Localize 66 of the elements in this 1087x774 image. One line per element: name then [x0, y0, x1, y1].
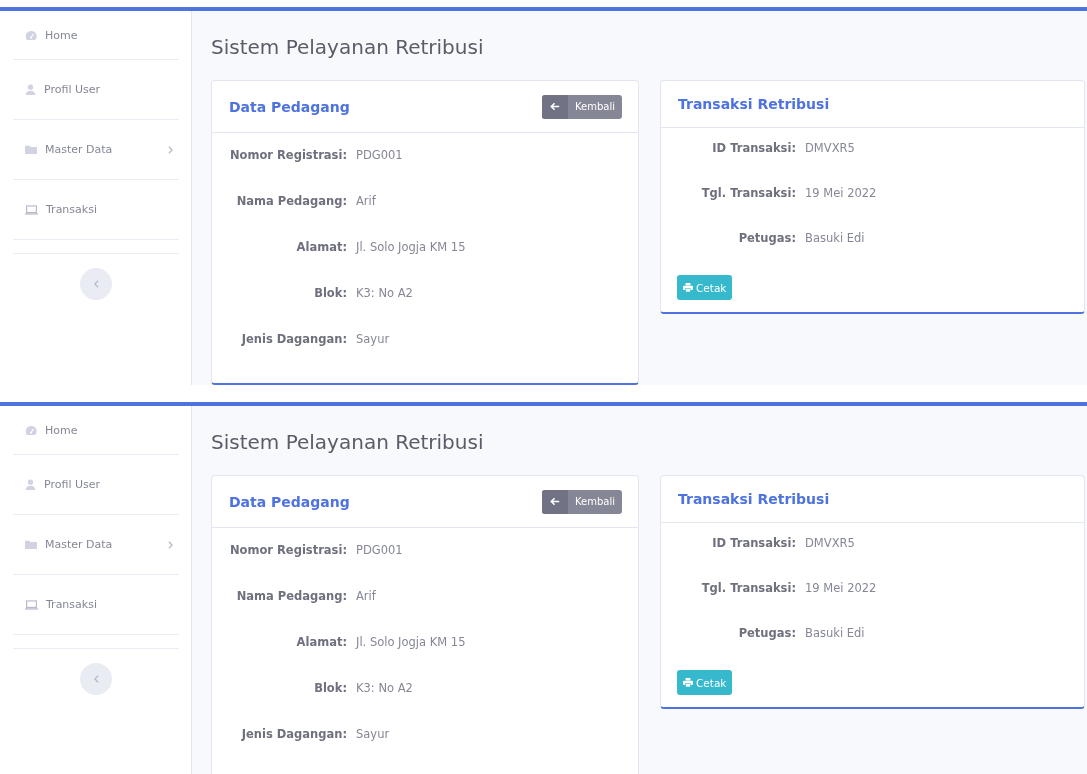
- field-value: PDG001: [356, 542, 403, 558]
- card-title: Transaksi Retribusi: [678, 491, 830, 507]
- chevron-left-icon: [93, 675, 99, 683]
- field-label: Tgl. Transaksi:: [700, 185, 797, 201]
- card-title: Data Pedagang: [229, 98, 350, 115]
- printer-icon: [683, 678, 693, 687]
- field-label: Blok:: [313, 285, 348, 301]
- print-button[interactable]: Cetak: [677, 275, 733, 300]
- user-icon: [25, 84, 36, 95]
- sidebar-item[interactable]: Transaksi: [13, 180, 179, 240]
- sidebar-item[interactable]: Profil User: [13, 455, 179, 515]
- folder-icon: [25, 145, 37, 154]
- field-value: DMVXR5: [805, 140, 855, 156]
- chevron-left-icon: [93, 280, 99, 288]
- sidebar-toggle-button[interactable]: [80, 268, 112, 300]
- field-value: PDG001: [356, 147, 403, 163]
- sidebar-item[interactable]: Master Data: [13, 120, 179, 180]
- field-value: K3: No A2: [356, 285, 413, 301]
- gauge-icon: [25, 29, 37, 41]
- sidebar-item[interactable]: Home: [13, 406, 179, 455]
- field-label: Blok:: [313, 680, 348, 696]
- field-value: K3: No A2: [356, 680, 413, 696]
- sidebar-item[interactable]: Transaksi: [13, 575, 179, 635]
- field-label: Petugas:: [737, 625, 797, 641]
- printer-icon: [683, 283, 693, 292]
- sidebar-item[interactable]: Home: [13, 11, 179, 60]
- laptop-icon: [25, 204, 38, 215]
- field-label: Nomor Registrasi:: [228, 147, 348, 163]
- field-value: Sayur: [356, 331, 390, 347]
- field-value: Basuki Edi: [805, 625, 865, 641]
- field-label: Tgl. Transaksi:: [700, 580, 797, 596]
- page-title: Sistem Pelayanan Retribusi: [211, 430, 485, 456]
- field-label: Jenis Dagangan:: [240, 726, 348, 742]
- field-label: Nama Pedagang:: [235, 193, 348, 209]
- card-title: Data Pedagang: [229, 493, 350, 510]
- back-button[interactable]: Kembali: [542, 489, 622, 514]
- field-label: ID Transaksi:: [711, 140, 797, 156]
- field-value: 19 Mei 2022: [805, 185, 877, 201]
- arrow-left-icon: [550, 497, 560, 506]
- field-label: Nama Pedagang:: [235, 588, 348, 604]
- field-value: Arif: [356, 588, 376, 604]
- laptop-icon: [25, 599, 38, 610]
- card-title: Transaksi Retribusi: [678, 96, 830, 112]
- field-value: Jl. Solo Jogja KM 15: [356, 239, 466, 255]
- page-title: Sistem Pelayanan Retribusi: [211, 35, 485, 61]
- folder-icon: [25, 540, 37, 549]
- arrow-left-icon: [550, 102, 560, 111]
- field-label: Petugas:: [737, 230, 797, 246]
- field-label: Alamat:: [295, 634, 348, 650]
- sidebar-item[interactable]: Profil User: [13, 60, 179, 120]
- field-value: Basuki Edi: [805, 230, 865, 246]
- field-label: Alamat:: [295, 239, 348, 255]
- sidebar-item[interactable]: Master Data: [13, 515, 179, 575]
- user-icon: [25, 479, 36, 490]
- field-value: Jl. Solo Jogja KM 15: [356, 634, 466, 650]
- field-value: Arif: [356, 193, 376, 209]
- gauge-icon: [25, 424, 37, 436]
- sidebar-toggle-button[interactable]: [80, 663, 112, 695]
- back-button[interactable]: Kembali: [542, 94, 622, 119]
- field-label: Nomor Registrasi:: [228, 542, 348, 558]
- field-label: Jenis Dagangan:: [240, 331, 348, 347]
- field-value: DMVXR5: [805, 535, 855, 551]
- field-label: ID Transaksi:: [711, 535, 797, 551]
- field-value: 19 Mei 2022: [805, 580, 877, 596]
- field-value: Sayur: [356, 726, 390, 742]
- print-button[interactable]: Cetak: [677, 670, 733, 695]
